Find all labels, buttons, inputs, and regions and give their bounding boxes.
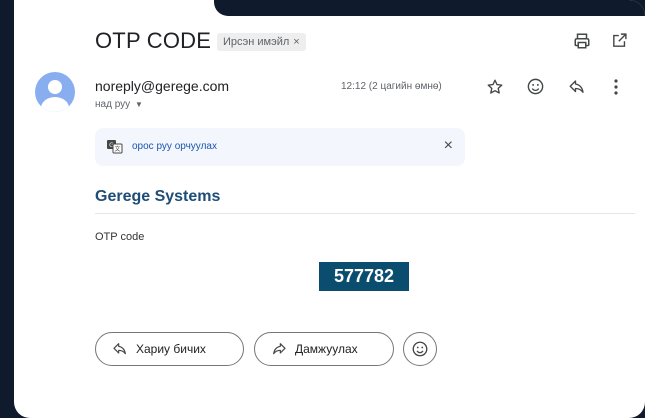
star-icon[interactable] [486, 78, 504, 96]
avatar-head [48, 80, 62, 94]
forward-button-label: Дамжуулах [295, 342, 358, 356]
svg-text:文: 文 [114, 145, 120, 153]
emoji-reply-button[interactable] [403, 332, 437, 366]
recipient-details[interactable]: над руу ▼ [95, 99, 143, 110]
emoji-reaction-icon[interactable] [526, 77, 545, 96]
label-chip-text: Ирсэн имэйл [223, 36, 290, 48]
forward-arrow-icon [271, 341, 287, 357]
label-chip-remove-icon[interactable]: × [293, 36, 299, 48]
otp-code: 577782 [319, 262, 409, 291]
translate-bar: G文 орос руу орчуулах × [95, 128, 465, 166]
translate-icon: G文 [107, 140, 123, 159]
recipient-dropdown-icon[interactable]: ▼ [135, 100, 143, 109]
inbox-label-chip[interactable]: Ирсэн имэйл × [217, 33, 306, 51]
sender-avatar [35, 72, 75, 112]
reply-arrow-icon [112, 341, 128, 357]
translate-close-icon[interactable]: × [444, 137, 453, 155]
reply-button[interactable]: Хариу бичих [95, 332, 244, 366]
print-icon[interactable] [573, 32, 591, 50]
reply-icon[interactable] [568, 78, 586, 96]
email-subject: OTP CODE [95, 28, 212, 53]
otp-label: OTP code [95, 231, 145, 243]
email-view: OTP CODE Ирсэн имэйл × noreply@gerege.com… [14, 0, 645, 418]
more-options-icon[interactable] [613, 78, 619, 96]
translate-link[interactable]: орос руу орчуулах [132, 141, 217, 152]
email-timestamp: 12:12 (2 цагийн өмнө) [341, 81, 442, 92]
emoji-icon [412, 341, 428, 357]
open-in-new-window-icon[interactable] [611, 32, 628, 49]
company-name: Gerege Systems [95, 188, 221, 205]
body-divider [95, 213, 635, 214]
avatar-body [41, 97, 69, 112]
top-bar-background [214, 0, 645, 16]
reply-button-label: Хариу бичих [136, 342, 206, 356]
forward-button[interactable]: Дамжуулах [254, 332, 394, 366]
sender-email[interactable]: noreply@gerege.com [95, 78, 229, 94]
recipient-text: над руу [95, 99, 131, 110]
